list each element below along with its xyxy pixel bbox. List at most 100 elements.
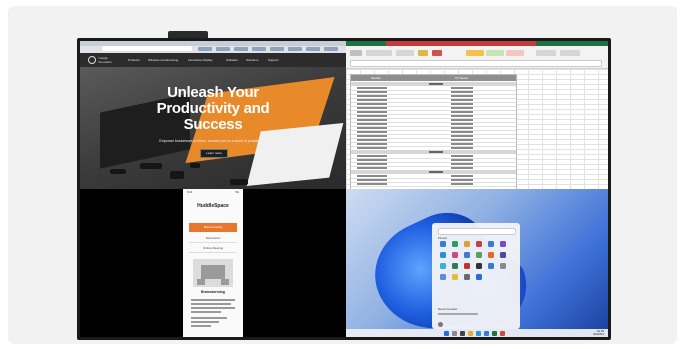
text-line: [191, 307, 235, 309]
app-icon[interactable]: [440, 252, 446, 258]
app-taskbar-icon[interactable]: [500, 330, 505, 336]
brand-logo-icon[interactable]: [88, 56, 96, 64]
interactive-display-monitor: Yuanjie Innovation Products Wireless Con…: [77, 38, 611, 340]
app-icon[interactable]: [452, 274, 458, 280]
taskbar-clock[interactable]: 10:30 2023/8/1: [593, 330, 604, 336]
pinned-label: Pinned: [438, 236, 447, 240]
desktop-quadrant: Pinned Recommended 10:30 2023/8/1: [346, 189, 608, 337]
spreadsheet-quadrant: Module XT Series: [346, 41, 608, 189]
bookmark-item[interactable]: [216, 47, 230, 51]
list-item-discussion[interactable]: Discussion: [189, 234, 237, 243]
browser-chrome: [80, 41, 346, 53]
app-icon[interactable]: [488, 252, 494, 258]
device-image: [170, 171, 184, 179]
app-icon[interactable]: [476, 263, 482, 269]
windows-start-icon[interactable]: [444, 330, 449, 336]
bookmark-item[interactable]: [324, 47, 338, 51]
signal-indicator: 5G: [235, 190, 239, 194]
page-title: HuddleSpace: [197, 203, 229, 209]
start-menu: Pinned Recommended: [432, 223, 520, 329]
text-line: [191, 321, 219, 323]
bookmark-item[interactable]: [306, 47, 320, 51]
nav-item-support[interactable]: Support: [268, 58, 279, 62]
app-icon[interactable]: [452, 263, 458, 269]
edge-icon[interactable]: [476, 330, 481, 336]
brand-text: Yuanjie Innovation: [98, 56, 112, 64]
app-icon[interactable]: [500, 241, 506, 247]
split-screen: Yuanjie Innovation Products Wireless Con…: [80, 41, 608, 337]
status-bar: 9:41 5G: [183, 189, 243, 194]
app-icon[interactable]: [464, 241, 470, 247]
brainstorming-button[interactable]: Brainstorming: [189, 223, 237, 232]
alignment-group[interactable]: [396, 50, 414, 56]
learn-more-button[interactable]: Learn more: [200, 149, 228, 158]
style-good[interactable]: [486, 50, 504, 56]
excel-icon[interactable]: [492, 330, 497, 336]
bookmark-item[interactable]: [288, 47, 302, 51]
font-selector[interactable]: [366, 50, 392, 56]
font-color-button[interactable]: [432, 50, 442, 56]
fill-color-button[interactable]: [418, 50, 428, 56]
text-line: [191, 317, 227, 319]
device-image: [230, 179, 248, 185]
app-icon[interactable]: [440, 263, 446, 269]
header-series: XT Series: [455, 76, 469, 80]
style-neutral[interactable]: [466, 50, 484, 56]
app-icon[interactable]: [440, 241, 446, 247]
nav-item-wireless[interactable]: Wireless Conferencing: [148, 58, 178, 62]
editing-group[interactable]: [560, 50, 580, 56]
section-caption: Brainstorming: [201, 290, 225, 294]
app-icon[interactable]: [500, 252, 506, 258]
text-line: [191, 303, 231, 305]
app-icon[interactable]: [488, 241, 494, 247]
app-icon[interactable]: [500, 263, 506, 269]
device-image: [110, 169, 126, 174]
nav-item-software[interactable]: Software: [226, 58, 238, 62]
app-icon[interactable]: [476, 241, 482, 247]
app-icon[interactable]: [440, 274, 446, 280]
start-search-input[interactable]: [438, 228, 516, 235]
status-time: 9:41: [187, 190, 193, 194]
table-row: [351, 182, 516, 187]
bookmark-item[interactable]: [252, 47, 266, 51]
hero-title-line: Unleash Your: [167, 84, 259, 101]
file-explorer-icon[interactable]: [468, 330, 473, 336]
paste-button[interactable]: [350, 50, 362, 56]
bookmark-item[interactable]: [198, 47, 212, 51]
excel-ribbon: [346, 46, 608, 69]
nav-item-products[interactable]: Products: [128, 58, 140, 62]
taskbar: 10:30 2023/8/1: [346, 329, 608, 337]
text-line: [191, 299, 235, 301]
app-icon[interactable]: [452, 252, 458, 258]
search-icon[interactable]: [452, 330, 457, 336]
device-image: [140, 163, 162, 169]
insert-group[interactable]: [536, 50, 556, 56]
hero-subtitle: Empower businesses to thrive, connect yo…: [159, 139, 267, 143]
app-icon[interactable]: [464, 252, 470, 258]
formula-bar[interactable]: [350, 60, 602, 67]
store-icon[interactable]: [484, 330, 489, 336]
recommended-item[interactable]: [438, 313, 478, 315]
text-line: [191, 311, 221, 313]
app-icon[interactable]: [476, 252, 482, 258]
app-icon[interactable]: [488, 263, 494, 269]
bookmark-item[interactable]: [234, 47, 248, 51]
bookmark-item[interactable]: [270, 47, 284, 51]
hero-title-line: Success: [183, 116, 243, 133]
task-view-icon[interactable]: [460, 330, 465, 336]
address-bar[interactable]: [102, 46, 192, 51]
app-icon[interactable]: [464, 263, 470, 269]
hero-title-line: Productivity and: [156, 100, 270, 117]
app-icon[interactable]: [476, 274, 482, 280]
table-header: Module XT Series: [351, 75, 516, 81]
app-icon[interactable]: [452, 241, 458, 247]
style-bad[interactable]: [506, 50, 524, 56]
user-avatar-icon[interactable]: [438, 322, 443, 327]
nav-item-interactive-display[interactable]: Interactive Display: [188, 58, 213, 62]
website-quadrant: Yuanjie Innovation Products Wireless Con…: [80, 41, 346, 189]
list-item-online-meeting[interactable]: Online Meeting: [189, 244, 237, 253]
nav-item-solutions[interactable]: Solutions: [246, 58, 258, 62]
hero-title: Unleash Your Productivity and Success: [128, 85, 298, 133]
site-nav: Yuanjie Innovation Products Wireless Con…: [80, 53, 346, 67]
app-icon[interactable]: [464, 274, 470, 280]
